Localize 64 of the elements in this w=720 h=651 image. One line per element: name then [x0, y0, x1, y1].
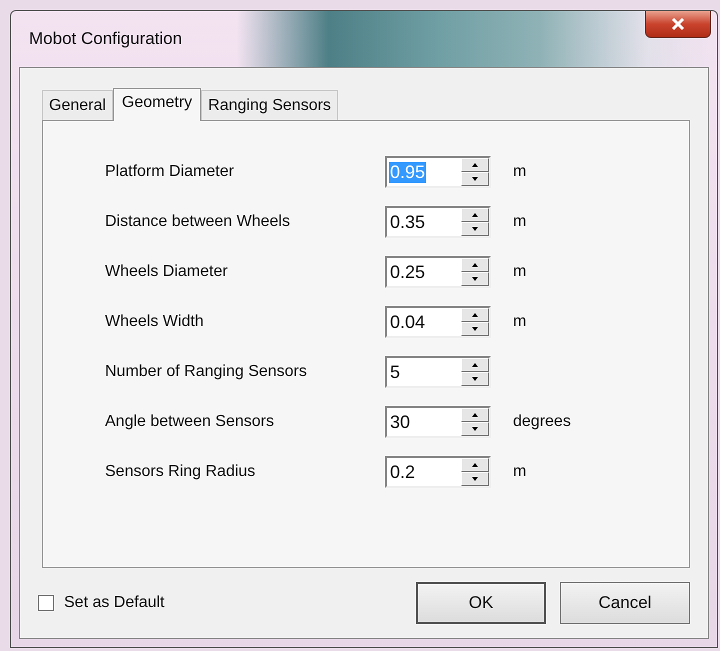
checkbox-label: Set as Default [64, 594, 164, 612]
unit-label: m [513, 163, 526, 181]
up-arrow-icon [472, 413, 478, 417]
spin-field[interactable]: 0.35 [385, 206, 491, 238]
field-label: Sensors Ring Radius [105, 463, 256, 481]
tab[interactable]: Geometry [112, 88, 202, 121]
window-title: Mobot Configuration [29, 29, 182, 49]
down-arrow-icon [472, 427, 478, 431]
spin-down-button[interactable] [461, 222, 489, 236]
spin-down-button[interactable] [461, 322, 489, 336]
field-label: Platform Diameter [105, 163, 235, 181]
spin-field[interactable]: 0.04 [385, 306, 491, 338]
cancel-button[interactable]: Cancel [560, 582, 690, 624]
field-label: Wheels Diameter [105, 263, 229, 281]
spin-up-button[interactable] [461, 258, 489, 272]
field-label: Wheels Width [105, 313, 205, 331]
unit-label: m [513, 313, 526, 331]
spin-down-button[interactable] [461, 172, 489, 186]
down-arrow-icon [472, 477, 478, 481]
unit-label: m [513, 463, 526, 481]
down-arrow-icon [472, 327, 478, 331]
checkbox[interactable] [38, 595, 54, 611]
spin-up-button[interactable] [461, 358, 489, 372]
field-value: 0.35 [389, 212, 426, 232]
down-arrow-icon [472, 277, 478, 281]
up-arrow-icon [472, 363, 478, 367]
spin-field[interactable]: 0.25 [385, 256, 491, 288]
field-label: Angle between Sensors [105, 413, 275, 431]
up-arrow-icon [472, 213, 478, 217]
field-value: 0.04 [389, 312, 426, 332]
spin-down-button[interactable] [461, 272, 489, 286]
spin-up-button[interactable] [461, 458, 489, 472]
field-value: 0.25 [389, 262, 426, 282]
unit-label: m [513, 263, 526, 281]
spin-down-button[interactable] [461, 472, 489, 486]
spin-up-button[interactable] [461, 308, 489, 322]
up-arrow-icon [472, 463, 478, 467]
tab[interactable]: General [42, 90, 113, 120]
spin-up-button[interactable] [461, 158, 489, 172]
close-button[interactable] [645, 11, 711, 38]
spin-field[interactable]: 30 [385, 406, 491, 438]
spin-up-button[interactable] [461, 408, 489, 422]
spin-field[interactable]: 0.2 [385, 456, 491, 488]
spin-down-button[interactable] [461, 372, 489, 386]
field-value: 30 [389, 412, 412, 432]
field-label: Distance between Wheels [105, 213, 291, 231]
field-value: 5 [389, 362, 402, 382]
up-arrow-icon [472, 263, 478, 267]
tab[interactable]: Ranging Sensors [201, 90, 338, 120]
down-arrow-icon [472, 377, 478, 381]
spin-down-button[interactable] [461, 422, 489, 436]
down-arrow-icon [472, 177, 478, 181]
up-arrow-icon [472, 313, 478, 317]
unit-label: m [513, 213, 526, 231]
ok-button[interactable]: OK [416, 582, 546, 624]
field-value: 0.95 [389, 162, 426, 182]
field-label: Number of Ranging Sensors [105, 363, 308, 381]
down-arrow-icon [472, 227, 478, 231]
spin-field[interactable]: 5 [385, 356, 491, 388]
unit-label: degrees [513, 413, 571, 431]
field-value: 0.2 [389, 462, 416, 482]
spin-up-button[interactable] [461, 208, 489, 222]
close-icon [671, 18, 685, 30]
up-arrow-icon [472, 163, 478, 167]
